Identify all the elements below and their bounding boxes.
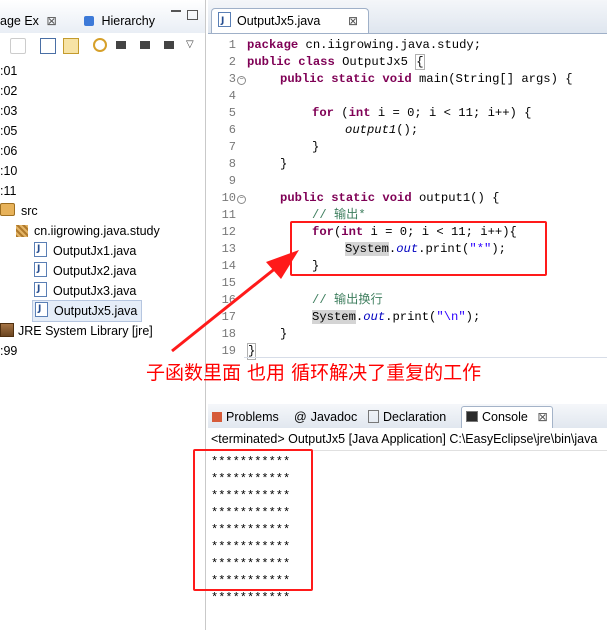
annotation-arrow: [171, 250, 299, 353]
annotation-text: 子函数里面 也用 循环解决了重复的工作: [146, 362, 482, 384]
